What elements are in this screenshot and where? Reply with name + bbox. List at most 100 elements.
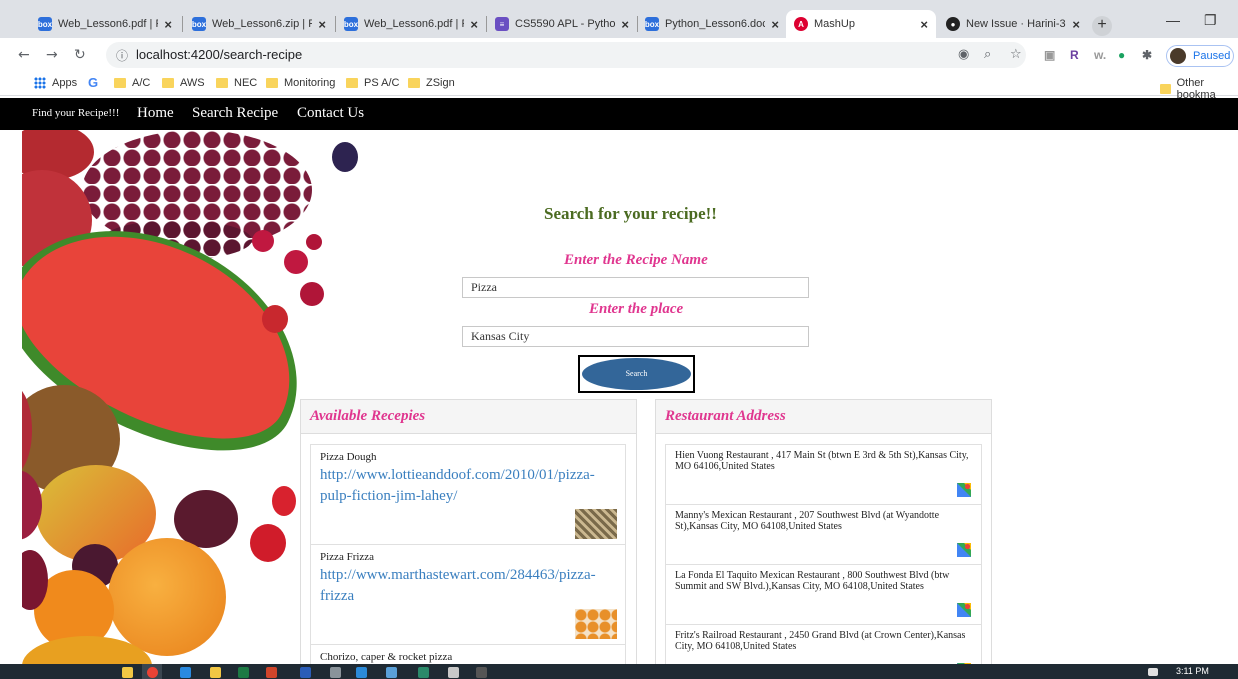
bookmark-folder[interactable]: Monitoring — [266, 77, 335, 89]
app-icon[interactable] — [418, 667, 429, 678]
folder-icon — [162, 78, 174, 88]
bookmark-apps[interactable]: Apps — [34, 77, 77, 89]
star-icon[interactable]: ☆ — [1010, 47, 1022, 62]
vscode-icon[interactable] — [356, 667, 367, 678]
recipes-panel: Available Recepies Pizza Dough http://ww… — [300, 399, 637, 664]
sticky-notes-icon[interactable] — [210, 667, 221, 678]
nav-search-recipe[interactable]: Search Recipe — [192, 105, 278, 122]
recipe-card: Chorizo, caper & rocket pizza — [310, 644, 626, 664]
browser-tab[interactable]: ● New Issue · Harini-32/ × — [938, 10, 1088, 38]
profile-button[interactable]: Paused — [1166, 45, 1234, 67]
file-explorer-icon[interactable] — [122, 667, 133, 678]
bookmark-folder[interactable]: A/C — [114, 77, 150, 89]
search-button[interactable]: Search — [582, 358, 691, 390]
restaurant-address: Fritz's Railroad Restaurant , 2450 Grand… — [675, 630, 966, 652]
restaurant-address: La Fonda El Taquito Mexican Restaurant ,… — [675, 570, 950, 592]
page-content: Search for your recipe!! Enter the Recip… — [22, 130, 1238, 664]
forward-icon[interactable]: → — [46, 47, 58, 63]
close-icon[interactable]: × — [470, 17, 478, 32]
recipe-link[interactable]: http://www.marthastewart.com/284463/pizz… — [320, 565, 610, 607]
excel-icon[interactable] — [238, 667, 249, 678]
browser-tab-strip: box Web_Lesson6.pdf | Pow × box Web_Less… — [0, 0, 1238, 38]
search-button-frame[interactable]: Search — [578, 355, 695, 393]
browser-tab[interactable]: box Python_Lesson6.docx | × — [637, 10, 787, 38]
brand-title[interactable]: Find your Recipe!!! — [32, 107, 119, 119]
terminal-icon[interactable] — [476, 667, 487, 678]
restaurant-address: Manny's Mexican Restaurant , 207 Southwe… — [675, 510, 940, 532]
nav-contact-us[interactable]: Contact Us — [297, 105, 364, 122]
google-maps-icon[interactable] — [957, 543, 971, 557]
folder-icon — [408, 78, 420, 88]
bookmark-folder[interactable]: AWS — [162, 77, 205, 89]
back-icon[interactable]: ← — [18, 47, 30, 63]
google-maps-icon[interactable] — [957, 603, 971, 617]
app-icon[interactable] — [448, 667, 459, 678]
tab-title: CS5590 APL - Python/I — [515, 18, 616, 30]
place-input[interactable]: Kansas City — [462, 326, 809, 347]
location-icon[interactable]: ◉ — [958, 47, 969, 62]
apps-icon — [34, 77, 46, 89]
tray-icon[interactable] — [1148, 668, 1158, 676]
browser-tab[interactable]: ≡ CS5590 APL - Python/I × — [487, 10, 637, 38]
extension-icon[interactable]: ▣ — [1044, 48, 1055, 62]
app-icon[interactable] — [386, 667, 397, 678]
bookmarks-bar: Apps G A/C AWS NEC Monitoring PS A/C ZSi… — [0, 72, 1238, 101]
new-tab-button[interactable]: + — [1092, 16, 1112, 36]
bookmark-folder[interactable]: NEC — [216, 77, 257, 89]
folder-icon — [266, 78, 278, 88]
extension-r-icon[interactable]: R — [1070, 48, 1079, 62]
recipe-name: Pizza Frizza — [320, 551, 375, 563]
box-icon: box — [192, 17, 206, 31]
restore-icon[interactable]: ❐ — [1204, 12, 1217, 29]
folder-icon — [1160, 84, 1171, 94]
grammarly-icon[interactable]: ● — [1118, 48, 1125, 62]
restaurant-card: Manny's Mexican Restaurant , 207 Southwe… — [665, 504, 982, 565]
chrome-icon[interactable] — [147, 667, 158, 678]
close-icon[interactable]: × — [621, 17, 629, 32]
zoom-icon[interactable]: ⌕ — [984, 47, 991, 62]
app-icon[interactable] — [180, 667, 191, 678]
settings-icon[interactable] — [330, 667, 341, 678]
close-icon[interactable]: × — [920, 17, 928, 32]
windows-taskbar: 3:11 PM — [0, 664, 1238, 679]
recipe-name: Chorizo, caper & rocket pizza — [320, 651, 453, 663]
folder-icon — [346, 78, 358, 88]
extension-w-icon[interactable]: w. — [1094, 48, 1106, 62]
restaurant-card: Hien Vuong Restaurant , 417 Main St (btw… — [665, 444, 982, 505]
bookmark-folder[interactable]: ZSign — [408, 77, 455, 89]
box-icon: box — [344, 17, 358, 31]
info-icon[interactable]: ⓘ — [116, 47, 128, 64]
close-icon[interactable]: × — [771, 17, 779, 32]
profile-status: Paused — [1193, 50, 1231, 62]
close-icon[interactable]: × — [1072, 17, 1080, 32]
browser-tab[interactable]: box Web_Lesson6.zip | Pow × — [184, 10, 334, 38]
browser-tab[interactable]: box Web_Lesson6.pdf | Pow × — [336, 10, 486, 38]
recipe-name: Pizza Dough — [320, 451, 377, 463]
word-icon[interactable] — [300, 667, 311, 678]
box-icon: box — [645, 17, 659, 31]
close-icon[interactable]: × — [318, 17, 326, 32]
classroom-icon: ≡ — [495, 17, 509, 31]
browser-tab-active[interactable]: A MashUp × — [786, 10, 936, 38]
recipe-link[interactable]: http://www.lottieanddoof.com/2010/01/piz… — [320, 465, 610, 507]
recipe-name-input[interactable]: Pizza — [462, 277, 809, 298]
powerpoint-icon[interactable] — [266, 667, 277, 678]
address-bar[interactable]: ⓘ localhost:4200/search-recipe — [106, 42, 1026, 68]
recipe-card: Pizza Frizza http://www.marthastewart.co… — [310, 544, 626, 645]
minimize-icon[interactable]: — — [1166, 12, 1180, 28]
app-navbar: Find your Recipe!!! Home Search Recipe C… — [0, 98, 1238, 130]
recipe-thumbnail — [575, 609, 617, 639]
google-maps-icon[interactable] — [957, 483, 971, 497]
restaurant-card: Fritz's Railroad Restaurant , 2450 Grand… — [665, 624, 982, 664]
browser-tab[interactable]: box Web_Lesson6.pdf | Pow × — [30, 10, 180, 38]
google-icon[interactable]: G — [88, 75, 98, 90]
recipes-panel-title: Available Recepies — [301, 400, 636, 434]
reload-icon[interactable]: ↻ — [74, 47, 86, 63]
folder-icon — [216, 78, 228, 88]
tab-title: Web_Lesson6.zip | Pow — [212, 18, 313, 30]
nav-home[interactable]: Home — [137, 105, 174, 122]
puzzle-icon[interactable]: ✱ — [1142, 48, 1152, 62]
bookmark-folder[interactable]: PS A/C — [346, 77, 399, 89]
recipe-card: Pizza Dough http://www.lottieanddoof.com… — [310, 444, 626, 545]
close-icon[interactable]: × — [164, 17, 172, 32]
